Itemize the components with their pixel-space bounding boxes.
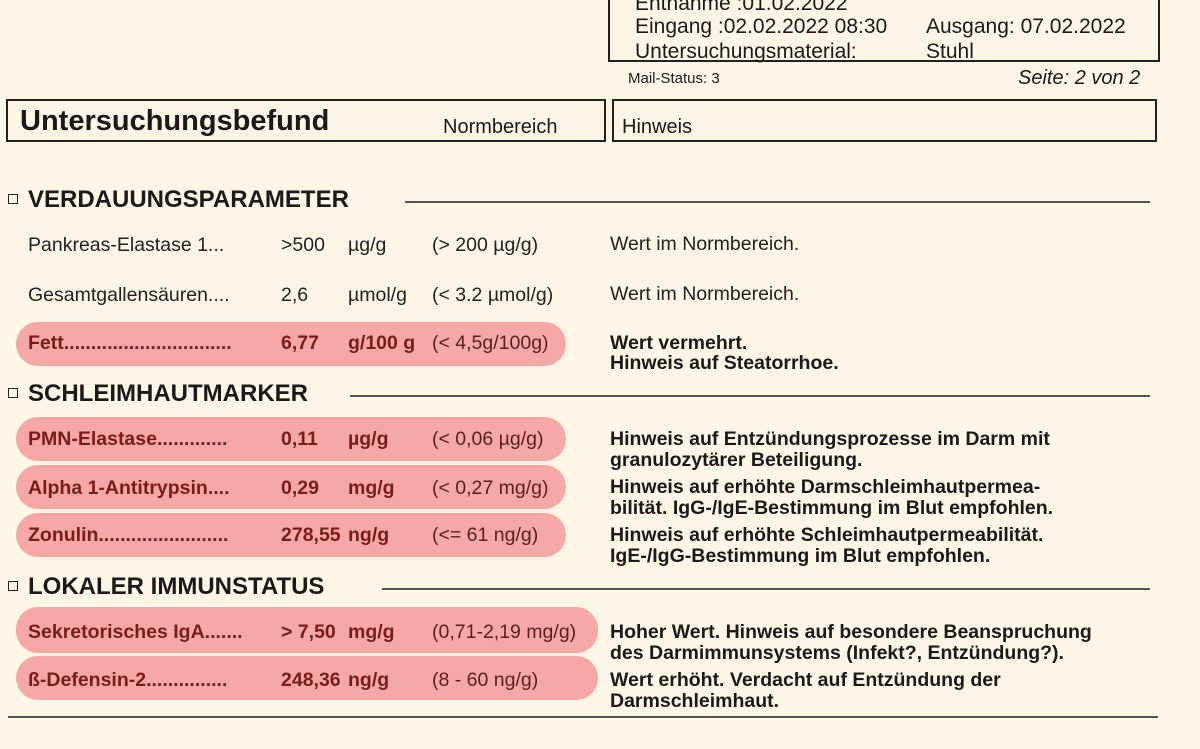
sample-info-box: Entnahme :01.02.2022 Eingang :02.02.2022… — [608, 0, 1160, 63]
param-value: 278,55 — [281, 524, 341, 546]
param-name: Pankreas-Elastase 1... — [28, 234, 225, 256]
param-unit: mg/g — [348, 621, 395, 643]
ausgang-date: Ausgang: 07.02.2022 — [926, 15, 1126, 38]
param-range: (< 0,27 mg/g) — [432, 477, 549, 499]
hinweis-header-box: Hinweis — [612, 99, 1157, 142]
section-divider — [350, 395, 1150, 397]
param-name: Fett............................... — [28, 332, 232, 354]
result-note: Hoher Wert. Hinweis auf besondere Beansp… — [610, 621, 1092, 643]
section-divider — [382, 588, 1150, 590]
section-title: VERDAUUNGSPARAMETER — [28, 186, 349, 213]
param-unit: ng/g — [348, 524, 390, 546]
param-unit: µmol/g — [348, 284, 407, 306]
param-unit: µg/g — [348, 428, 389, 450]
param-value: 2,6 — [281, 284, 309, 306]
bottom-divider — [8, 716, 1158, 718]
param-name: Alpha 1-Antitrypsin.... — [28, 477, 230, 499]
result-note: Hinweis auf Entzündungsprozesse im Darm … — [610, 428, 1050, 450]
result-note: IgE-/IgG-Bestimmung im Blut empfohlen. — [610, 545, 991, 567]
section-bullet-icon — [8, 581, 18, 591]
param-value: 0,11 — [281, 428, 318, 450]
result-note: Hinweis auf erhöhte Darmschleimhautperme… — [610, 476, 1041, 498]
param-value: > 7,50 — [281, 621, 336, 643]
param-range: (< 4,5g/100g) — [432, 332, 549, 354]
result-note: des Darmimmunsystems (Infekt?, Entzündun… — [610, 642, 1064, 664]
result-note: bilität. IgG-/IgE-Bestimmung im Blut emp… — [610, 497, 1054, 519]
result-note: granulozytärer Beteiligung. — [610, 449, 863, 471]
section-title: SCHLEIMHAUTMARKER — [28, 380, 308, 407]
param-unit: ng/g — [348, 669, 390, 691]
section-bullet-icon — [8, 194, 18, 204]
param-value: 248,36 — [281, 669, 341, 691]
page-number: Seite: 2 von 2 — [1018, 67, 1141, 89]
page-title: Untersuchungsbefund — [20, 105, 330, 137]
param-name: Gesamtgallensäuren.... — [28, 284, 230, 306]
hinweis-header: Hinweis — [622, 116, 693, 138]
material-value: Stuhl — [926, 40, 974, 63]
param-value: 0,29 — [281, 477, 319, 499]
entnahme-date: Entnahme :01.02.2022 — [635, 0, 848, 15]
param-range: (< 0,06 µg/g) — [432, 428, 544, 450]
result-note: Wert vermehrt. — [610, 332, 748, 354]
section-title: LOKALER IMMUNSTATUS — [28, 573, 325, 600]
param-range: (< 3.2 µmol/g) — [432, 284, 554, 306]
material-label: Untersuchungsmaterial: — [635, 40, 857, 63]
section-bullet-icon — [8, 388, 18, 398]
param-range: (8 - 60 ng/g) — [432, 669, 539, 691]
param-range: (> 200 µg/g) — [432, 234, 539, 256]
eingang-date: Eingang :02.02.2022 08:30 — [635, 15, 888, 38]
normbereich-header: Normbereich — [443, 116, 558, 138]
param-range: (<= 61 ng/g) — [432, 524, 539, 546]
param-value: 6,77 — [281, 332, 319, 354]
result-header-box: Untersuchungsbefund Normbereich — [6, 99, 606, 142]
result-note: Wert im Normbereich. — [610, 233, 800, 255]
param-name: PMN-Elastase............. — [28, 428, 228, 450]
param-unit: µg/g — [348, 234, 387, 256]
param-unit: mg/g — [348, 477, 395, 499]
param-value: >500 — [281, 234, 325, 256]
result-note: Hinweis auf erhöhte Schleimhautpermeabil… — [610, 524, 1044, 546]
param-name: ß-Defensin-2............... — [28, 669, 228, 691]
mail-status: Mail-Status: 3 — [628, 70, 720, 87]
param-unit: g/100 g — [348, 332, 416, 354]
param-name: Sekretorisches IgA....... — [28, 621, 243, 643]
result-note: Hinweis auf Steatorrhoe. — [610, 352, 839, 374]
result-note: Wert erhöht. Verdacht auf Entzündung der — [610, 669, 1001, 691]
result-note: Wert im Normbereich. — [610, 283, 800, 305]
param-name: Zonulin........................ — [28, 524, 229, 546]
section-divider — [405, 201, 1150, 203]
result-note: Darmschleimhaut. — [610, 690, 780, 712]
param-range: (0,71-2,19 mg/g) — [432, 621, 577, 643]
